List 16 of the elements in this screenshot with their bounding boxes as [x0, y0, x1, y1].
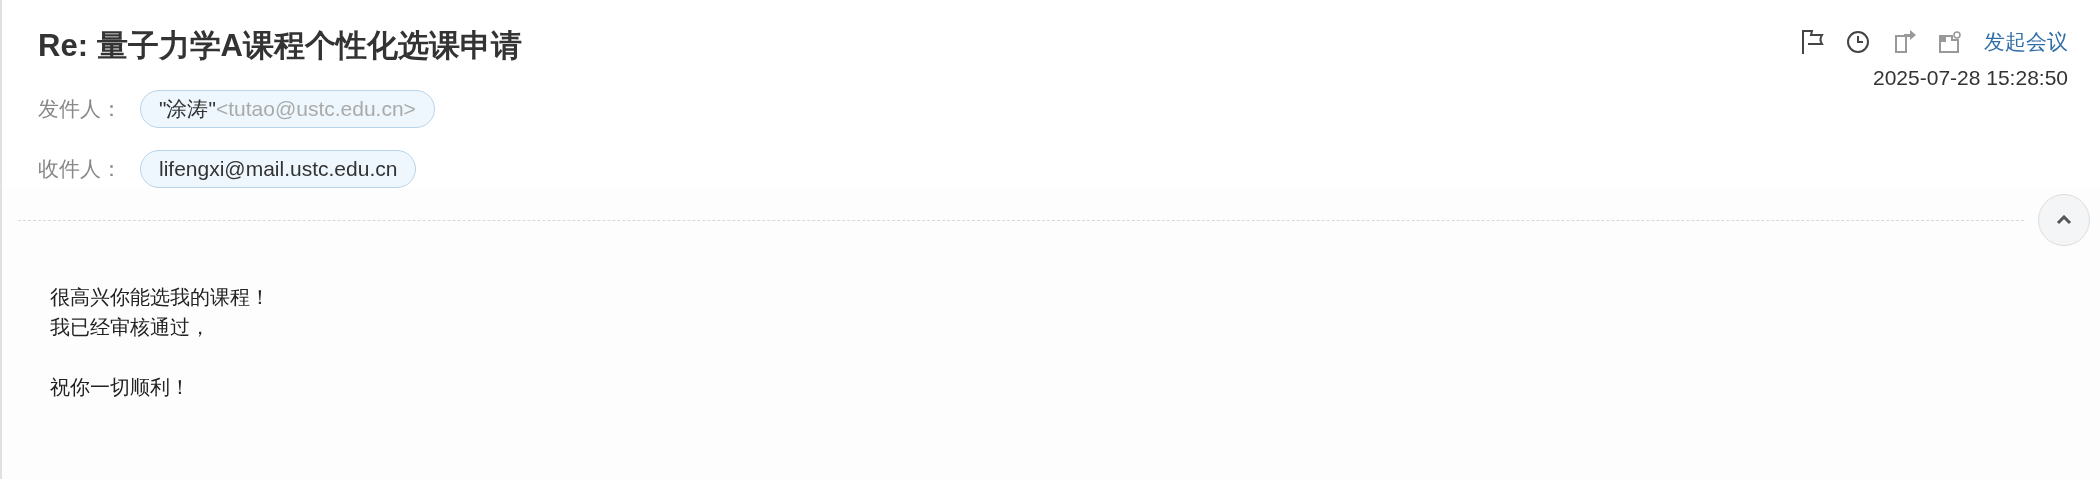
- chevron-up-icon: [2056, 215, 2072, 225]
- new-document-icon[interactable]: [1938, 29, 1962, 54]
- field-label: 收件人：: [38, 156, 120, 183]
- start-meeting-link[interactable]: 发起会议: [1984, 26, 2068, 58]
- forward-document-icon[interactable]: [1892, 29, 1916, 54]
- date-text: 2025-07-28 15:28:50: [1873, 64, 2068, 91]
- email-subject: Re: 量子力学A课程个性化选课申请: [38, 27, 522, 65]
- sender-chip[interactable]: "涂涛"<tutao@ustc.edu.cn>: [140, 90, 435, 128]
- message-line: 祝你一切顺利！: [50, 374, 190, 401]
- collapse-button[interactable]: [2038, 194, 2090, 246]
- flag-icon[interactable]: [1800, 28, 1824, 55]
- field-label: 发件人：: [38, 96, 120, 123]
- message-line: 我已经审核通过，: [50, 314, 210, 341]
- message-line: 很高兴你能选我的课程！: [50, 284, 270, 311]
- recipient-chip[interactable]: lifengxi@mail.ustc.edu.cn: [140, 150, 417, 188]
- clock-icon[interactable]: [1846, 29, 1870, 54]
